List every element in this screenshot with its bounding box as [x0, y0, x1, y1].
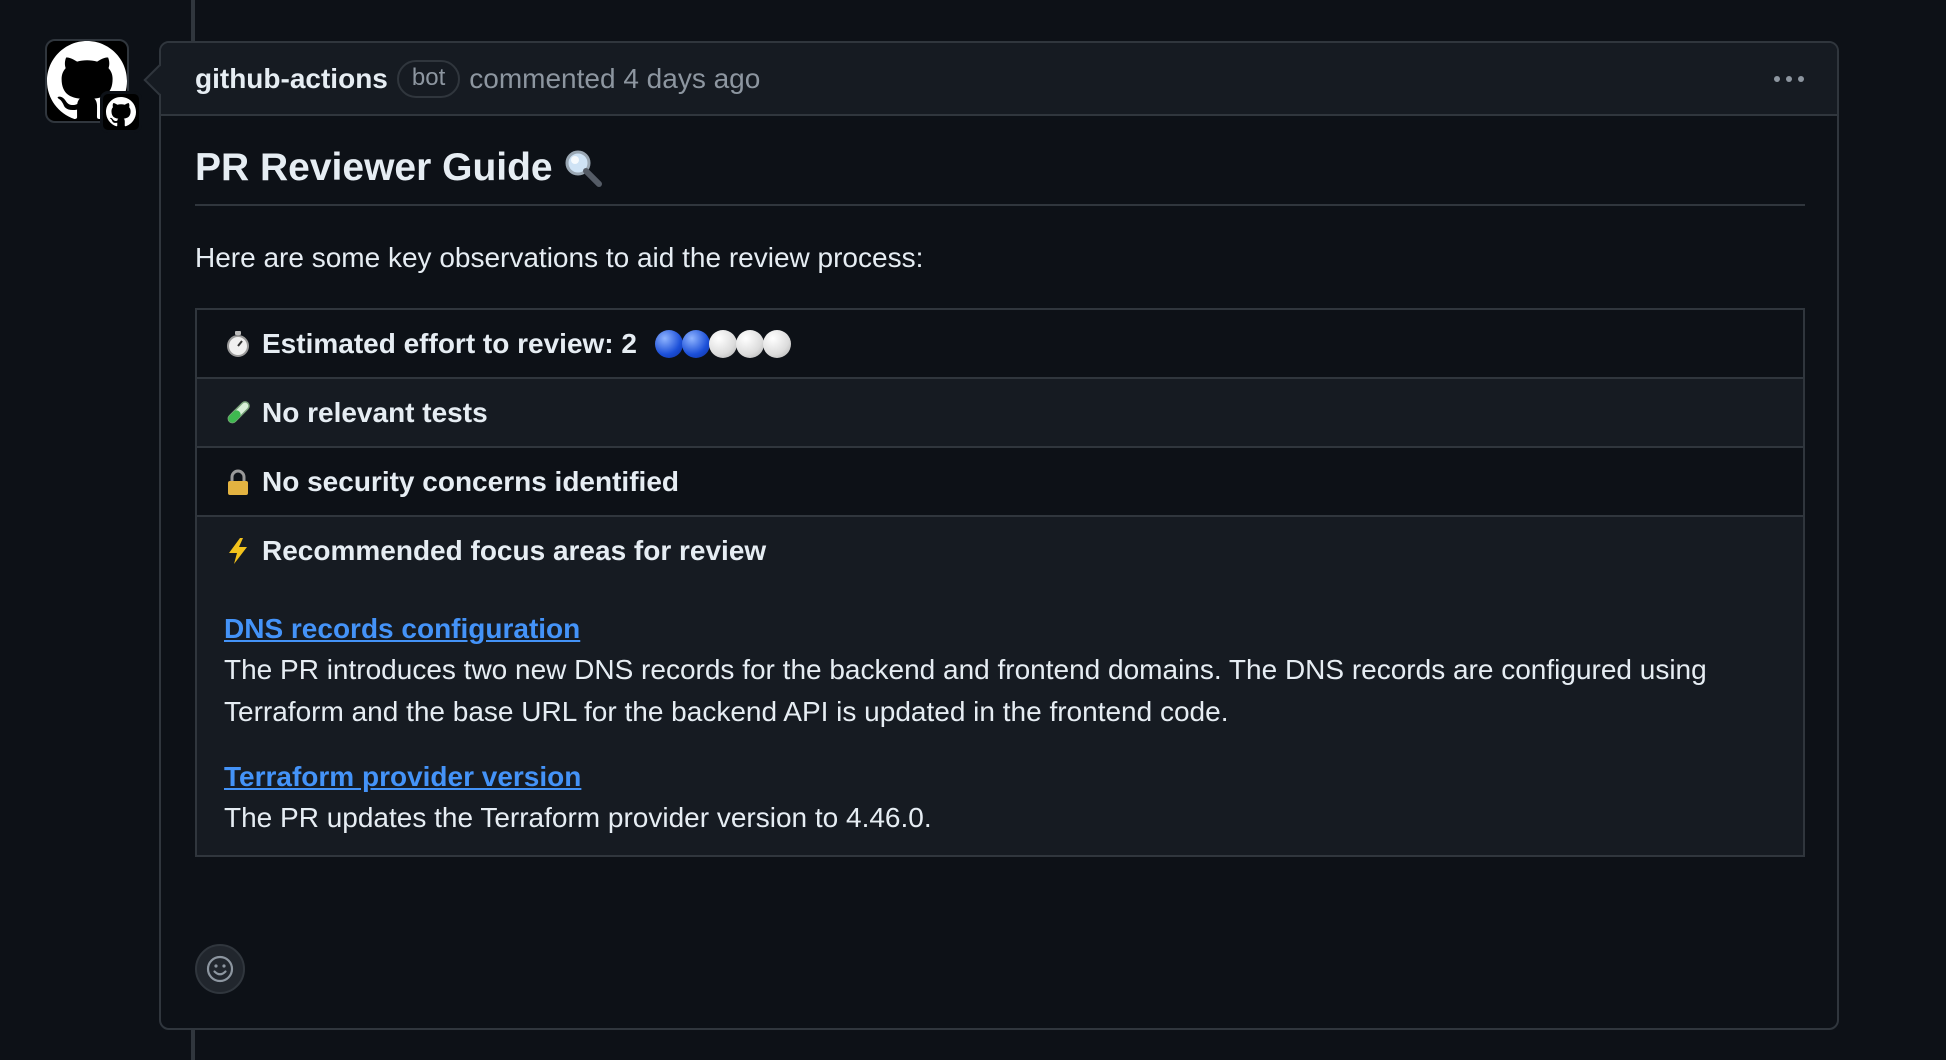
- white-circle-icon: [708, 329, 737, 358]
- table-row: Estimated effort to review: 2: [195, 308, 1805, 379]
- smiley-icon: [206, 955, 234, 983]
- focus-link-terraform[interactable]: Terraform provider version: [224, 761, 581, 793]
- focus-description: The PR updates the Terraform provider ve…: [224, 802, 932, 833]
- more-options-button[interactable]: [1774, 75, 1804, 82]
- table-row: Recommended focus areas for review DNS r…: [195, 515, 1805, 857]
- security-label: No security concerns identified: [262, 465, 679, 497]
- focus-description: The PR introduces two new DNS records fo…: [224, 654, 1707, 727]
- guide-title: PR Reviewer Guide: [195, 146, 553, 189]
- blue-circle-icon: [681, 329, 710, 358]
- avatar[interactable]: [45, 39, 142, 133]
- lock-icon: [228, 469, 248, 495]
- table-row: No relevant tests: [195, 377, 1805, 448]
- stopwatch-icon: [227, 330, 249, 357]
- magnifying-glass-icon: [565, 150, 602, 187]
- focus-title: Recommended focus areas for review: [262, 535, 767, 566]
- comment-box: github-actions bot commented 4 days ago …: [159, 41, 1839, 1030]
- test-tube-icon: [227, 400, 250, 423]
- tests-cell: No relevant tests: [195, 377, 1805, 448]
- focus-link-dns[interactable]: DNS records configuration: [224, 613, 580, 645]
- lightning-icon: [229, 538, 247, 564]
- intro-text: Here are some key observations to aid th…: [195, 242, 924, 273]
- effort-label: Estimated effort to review: 2: [262, 327, 637, 359]
- comment-header: github-actions bot commented 4 days ago: [161, 43, 1837, 116]
- comment-timestamp[interactable]: commented 4 days ago: [469, 63, 760, 95]
- security-cell: No security concerns identified: [195, 446, 1805, 517]
- dot-icon: [1798, 75, 1804, 82]
- white-circle-icon: [762, 329, 791, 358]
- github-mark-icon: [106, 97, 136, 127]
- table-row: No security concerns identified: [195, 446, 1805, 517]
- add-reaction-button[interactable]: [195, 944, 245, 994]
- white-circle-icon: [735, 329, 764, 358]
- author-link[interactable]: github-actions: [195, 63, 388, 95]
- dot-icon: [1774, 75, 1780, 82]
- blue-circle-icon: [654, 329, 683, 358]
- bot-badge: bot: [396, 59, 461, 98]
- review-table: Estimated effort to review: 2 No relevan…: [195, 308, 1805, 857]
- effort-rating: [654, 329, 791, 358]
- comment-body: PR Reviewer Guide Here are some key obse…: [161, 146, 1837, 857]
- tests-label: No relevant tests: [262, 396, 488, 428]
- focus-cell: Recommended focus areas for review DNS r…: [195, 515, 1805, 857]
- effort-cell: Estimated effort to review: 2: [195, 308, 1805, 379]
- dot-icon: [1786, 75, 1792, 82]
- app-badge: [100, 91, 142, 133]
- guide-heading: PR Reviewer Guide: [195, 146, 1805, 206]
